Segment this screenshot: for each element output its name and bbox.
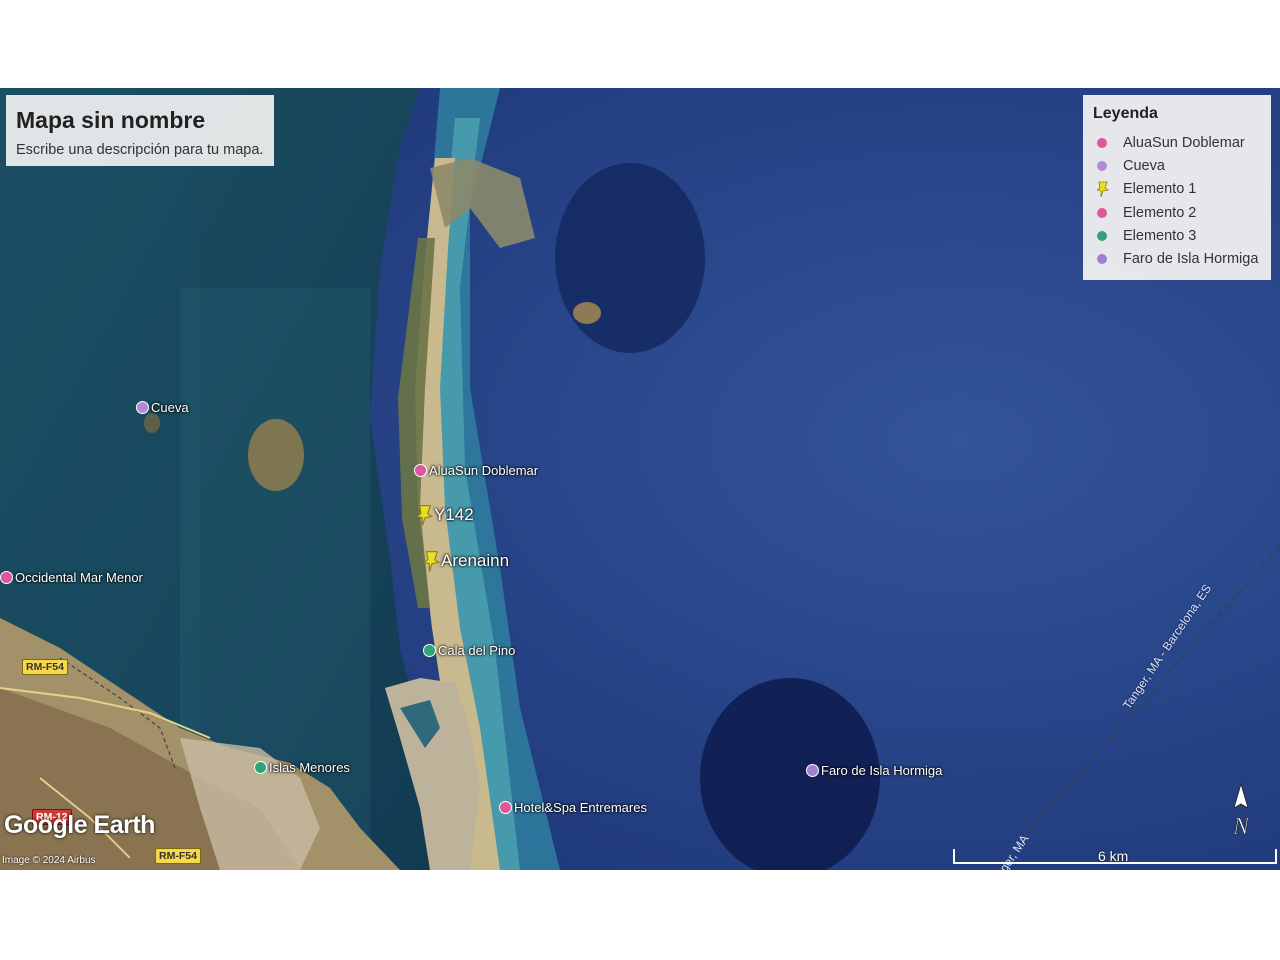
placemark-occidental[interactable]: Occidental Mar Menor: [0, 570, 143, 585]
placemark-label: Cueva: [151, 400, 189, 415]
pink-pin-icon: [1097, 207, 1107, 218]
placemark-label: AluaSun Doblemar: [429, 463, 539, 478]
purple-pin-icon: [1097, 254, 1107, 265]
legend-item-elemento-3[interactable]: Elemento 3: [1093, 224, 1261, 247]
compass-label: N: [1232, 814, 1251, 840]
green-pin-icon: [1097, 230, 1107, 241]
legend-item-label: Elemento 1: [1123, 181, 1197, 198]
yellow-pushpin-icon: [1097, 181, 1109, 198]
imagery-credit: Image © 2024 Airbus: [2, 855, 96, 866]
yellow-pushpin-icon: [417, 505, 433, 526]
placemark-cueva[interactable]: Cueva: [136, 400, 189, 415]
map-title[interactable]: Mapa sin nombre: [16, 107, 264, 134]
placemark-cala-del-pino[interactable]: Cala del Pino: [423, 643, 515, 658]
hotel-marker-icon: [0, 571, 13, 584]
legend-item-label: Faro de Isla Hormiga: [1123, 251, 1259, 268]
purple-pin-icon: [1097, 160, 1107, 171]
placemark-label: Faro de Isla Hormiga: [821, 763, 943, 778]
placemark-hotel-spa[interactable]: Hotel&Spa Entremares: [499, 800, 647, 815]
placemark-y142[interactable]: Y142: [417, 504, 474, 526]
legend-item-label: Cueva: [1123, 157, 1165, 174]
road-badge-rm-f54: RM-F54: [22, 659, 68, 675]
placemark-arenainn[interactable]: Arenainn: [424, 550, 509, 572]
placemark-islas-menores[interactable]: Islas Menores: [254, 760, 350, 775]
placemark-label: Y142: [434, 505, 474, 524]
placemark-faro-isla-hormiga[interactable]: Faro de Isla Hormiga: [806, 763, 942, 778]
legend-panel: Leyenda AluaSun Doblemar Cueva Elemento …: [1083, 95, 1271, 280]
placemark-aluasun[interactable]: AluaSun Doblemar: [414, 463, 538, 478]
road-badge-rm-f54: RM-F54: [155, 848, 201, 864]
legend-item-cueva[interactable]: Cueva: [1093, 154, 1261, 177]
legend-item-label: AluaSun Doblemar: [1123, 134, 1245, 151]
map-info-panel: Mapa sin nombre Escribe una descripción …: [6, 95, 274, 166]
legend-item-label: Elemento 3: [1123, 227, 1197, 244]
pink-pin-icon: [1097, 137, 1107, 148]
legend-title: Leyenda: [1093, 105, 1158, 122]
map-description[interactable]: Escribe una descripción para tu mapa.: [16, 142, 264, 158]
hotel-marker-icon: [414, 464, 427, 477]
legend-item-aluasun[interactable]: AluaSun Doblemar: [1093, 131, 1261, 154]
lighthouse-marker-icon: [806, 764, 819, 777]
placemark-label: Arenainn: [441, 551, 510, 570]
map-view[interactable]: Mapa sin nombre Escribe una descripción …: [0, 88, 1280, 870]
legend-item-elemento-2[interactable]: Elemento 2: [1093, 201, 1261, 224]
placemark-label: Occidental Mar Menor: [15, 570, 143, 585]
google-earth-logo: Google Earth: [4, 811, 155, 839]
hotel-marker-icon: [499, 801, 512, 814]
legend-item-faro[interactable]: Faro de Isla Hormiga: [1093, 247, 1261, 270]
north-arrow-icon[interactable]: N: [1226, 782, 1256, 842]
legend-item-label: Elemento 2: [1123, 204, 1197, 221]
placemark-label: Islas Menores: [269, 760, 350, 775]
yellow-pushpin-icon: [424, 551, 440, 572]
legend-item-elemento-1[interactable]: Elemento 1: [1093, 178, 1261, 201]
placemark-label: Hotel&Spa Entremares: [514, 800, 647, 815]
cave-marker-icon: [136, 401, 149, 414]
green-marker-icon: [423, 644, 436, 657]
scale-label: 6 km: [1098, 848, 1129, 864]
placemark-label: Cala del Pino: [438, 643, 516, 658]
green-marker-icon: [254, 761, 267, 774]
